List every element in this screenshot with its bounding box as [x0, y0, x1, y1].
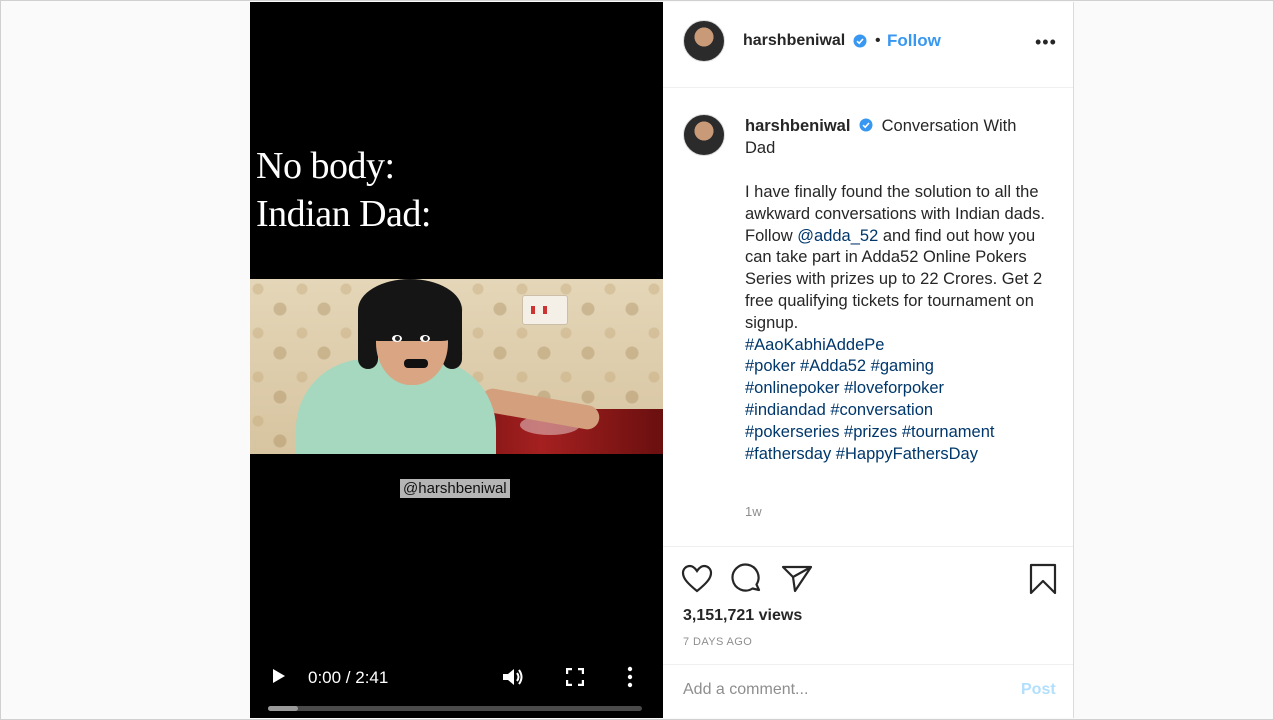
caption-age[interactable]: 1w — [745, 504, 762, 519]
more-options-icon[interactable]: ••• — [1035, 32, 1057, 53]
comment-icon[interactable] — [731, 563, 763, 595]
wall-switch — [522, 295, 568, 325]
dot-separator: • — [875, 32, 881, 49]
video-controls: 0:00 / 2:41 — [250, 648, 663, 718]
post-actions: 3,151,721 views 7 DAYS AGO — [663, 546, 1073, 666]
overlay-line-2: Indian Dad: — [256, 193, 431, 235]
caption-avatar[interactable] — [683, 114, 725, 156]
hashtag-line[interactable]: #AaoKabhiAddePe — [745, 335, 1045, 357]
hashtag-line[interactable]: #pokerseries #prizes #tournament — [745, 422, 1045, 444]
fullscreen-icon[interactable] — [566, 668, 584, 686]
caption-verified-badge-icon — [859, 118, 873, 132]
post-side-panel: harshbeniwal • Follow ••• harshbeniwal C… — [663, 2, 1073, 718]
avatar[interactable] — [683, 20, 725, 62]
caption-username[interactable]: harshbeniwal — [745, 117, 850, 135]
hashtag-line[interactable]: #onlinepoker #loveforpoker — [745, 378, 1045, 400]
share-send-icon[interactable] — [781, 563, 813, 595]
person-wig — [358, 279, 462, 341]
video-player[interactable]: No body: Indian Dad: @harshbeniwal 0:00 … — [250, 2, 663, 718]
post-header: harshbeniwal • Follow ••• — [663, 2, 1073, 88]
hashtag-line[interactable]: #fathersday #HappyFathersDay — [745, 444, 1045, 466]
more-vertical-icon[interactable] — [626, 666, 634, 688]
hashtag-line[interactable]: #indiandad #conversation — [745, 400, 1045, 422]
mustache — [404, 359, 428, 368]
bookmark-save-icon[interactable] — [1027, 563, 1059, 595]
like-heart-icon[interactable] — [681, 563, 713, 595]
video-watermark: @harshbeniwal — [400, 479, 510, 498]
views-count[interactable]: 3,151,721 views — [683, 607, 802, 625]
instagram-post: No body: Indian Dad: @harshbeniwal 0:00 … — [250, 2, 1074, 718]
hashtag-line[interactable]: #poker #Adda52 #gaming — [745, 356, 1045, 378]
eye-right — [420, 335, 430, 342]
overlay-line-1: No body: — [256, 145, 395, 187]
mention-link[interactable]: @adda_52 — [797, 227, 878, 245]
caption-body: I have finally found the solution to all… — [745, 182, 1045, 465]
video-frame-scene — [250, 279, 663, 454]
play-icon[interactable] — [272, 668, 286, 684]
volume-icon[interactable] — [502, 667, 524, 687]
follow-button[interactable]: Follow — [887, 31, 941, 51]
verified-badge-icon — [853, 34, 867, 48]
video-buffered-fill — [268, 706, 298, 711]
post-comment-button[interactable]: Post — [1021, 681, 1056, 699]
post-date: 7 DAYS AGO — [683, 636, 753, 648]
video-time: 0:00 / 2:41 — [308, 668, 389, 687]
comment-box: Post — [663, 664, 1073, 718]
comment-input[interactable] — [683, 677, 1003, 703]
video-overlay-text: No body: Indian Dad: — [256, 142, 431, 238]
header-username[interactable]: harshbeniwal — [743, 32, 845, 50]
eye-left — [392, 335, 402, 342]
video-progress-bar[interactable] — [268, 706, 642, 711]
caption-heading: harshbeniwal Conversation With Dad — [745, 116, 1045, 160]
